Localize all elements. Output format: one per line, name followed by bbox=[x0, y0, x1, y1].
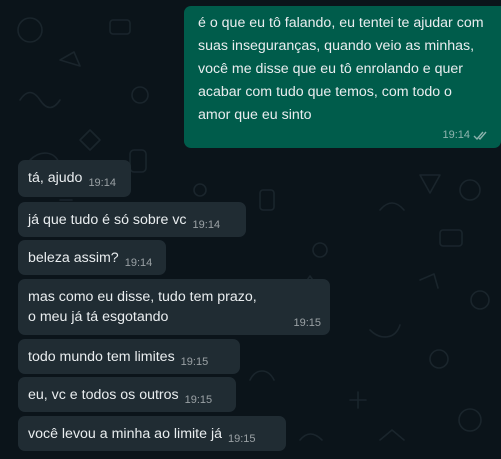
incoming-message[interactable]: eu, vc e todos os outros 19:15 bbox=[18, 377, 236, 412]
message-time: 19:15 bbox=[293, 317, 321, 329]
conversation-panel: é o que eu tô falando, eu tentei te ajud… bbox=[0, 0, 501, 459]
incoming-message[interactable]: você levou a minha ao limite já 19:15 bbox=[18, 416, 286, 451]
incoming-message[interactable]: tá, ajudo 19:14 bbox=[18, 160, 131, 197]
message-text: todo mundo tem limites bbox=[28, 349, 175, 365]
incoming-message[interactable]: já que tudo é só sobre vc 19:14 bbox=[18, 202, 246, 237]
message-time: 19:14 bbox=[192, 219, 221, 231]
message-text: já que tudo é só sobre vc bbox=[28, 212, 187, 228]
message-meta: 19:15 bbox=[293, 316, 321, 330]
message-meta: 19:14 bbox=[442, 128, 489, 142]
message-time: 19:14 bbox=[442, 129, 470, 141]
message-text: mas como eu disse, tudo tem prazo, o meu… bbox=[28, 289, 261, 325]
incoming-message[interactable]: todo mundo tem limites 19:15 bbox=[18, 339, 240, 374]
message-text: beleza assim? bbox=[28, 250, 119, 266]
message-text: eu, vc e todos os outros bbox=[28, 387, 179, 403]
message-text: tá, ajudo bbox=[28, 170, 83, 186]
incoming-message[interactable]: mas como eu disse, tudo tem prazo, o meu… bbox=[18, 279, 330, 335]
double-check-icon bbox=[473, 131, 487, 140]
message-text: é o que eu tô falando, eu tentei te ajud… bbox=[198, 15, 488, 123]
message-text: você levou a minha ao limite já bbox=[28, 426, 222, 442]
outgoing-message[interactable]: é o que eu tô falando, eu tentei te ajud… bbox=[184, 6, 501, 148]
message-time: 19:15 bbox=[184, 394, 213, 406]
message-time: 19:15 bbox=[180, 356, 209, 368]
message-time: 19:14 bbox=[88, 177, 116, 189]
message-time: 19:15 bbox=[228, 433, 256, 445]
incoming-message[interactable]: beleza assim? 19:14 bbox=[18, 240, 166, 275]
message-time: 19:14 bbox=[124, 257, 153, 269]
